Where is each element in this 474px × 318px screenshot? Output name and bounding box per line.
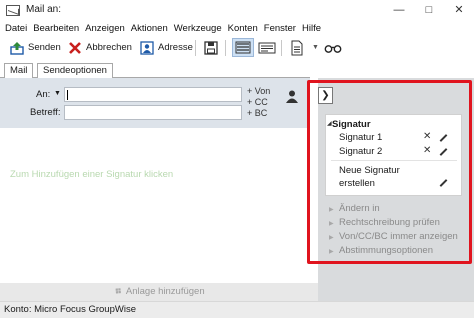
document-button[interactable] bbox=[290, 38, 304, 57]
plain-text-view-toggle[interactable] bbox=[232, 38, 254, 57]
menu-bearbeiten[interactable]: Bearbeiten bbox=[32, 23, 84, 34]
cancel-button[interactable]: Abbrechen bbox=[68, 38, 132, 57]
add-cc-link[interactable]: + CC bbox=[247, 97, 268, 107]
address-book-button[interactable]: Adresse bbox=[140, 38, 193, 57]
address-label: Adresse bbox=[158, 42, 193, 53]
mail-app-icon bbox=[6, 5, 20, 16]
toolbar: Senden Abbrechen Adresse ▼ bbox=[0, 36, 474, 60]
window-title: Mail an: bbox=[26, 4, 62, 15]
menu-bar: Datei Bearbeiten Anzeigen Aktionen Werkz… bbox=[0, 21, 474, 36]
menu-aktionen[interactable]: Aktionen bbox=[130, 23, 173, 34]
to-dropdown-chevron-icon[interactable]: ▼ bbox=[54, 90, 61, 97]
send-label: Senden bbox=[28, 42, 61, 53]
save-floppy-icon bbox=[204, 40, 218, 55]
message-body[interactable]: Zum Hinzufügen einer Signatur klicken bbox=[0, 128, 310, 283]
html-view-icon bbox=[258, 42, 276, 53]
address-book-icon bbox=[140, 40, 154, 55]
read-glasses-button[interactable] bbox=[324, 38, 342, 57]
cancel-x-icon bbox=[68, 41, 82, 55]
status-account-text: Konto: Micro Focus GroupWise bbox=[4, 304, 136, 315]
minimize-button[interactable]: — bbox=[384, 0, 414, 21]
contact-person-icon[interactable] bbox=[285, 89, 299, 106]
menu-werkzeuge[interactable]: Werkzeuge bbox=[173, 23, 227, 34]
glasses-icon bbox=[324, 44, 342, 53]
send-button[interactable]: Senden bbox=[10, 38, 61, 57]
compose-tabs: Mail Sendeoptionen bbox=[0, 61, 310, 79]
text-caret bbox=[67, 90, 68, 100]
send-icon bbox=[10, 41, 24, 55]
toolbar-separator bbox=[225, 40, 226, 56]
signature-hint[interactable]: Zum Hinzufügen einer Signatur klicken bbox=[10, 169, 173, 180]
tab-sendeoptionen[interactable]: Sendeoptionen bbox=[37, 63, 113, 78]
title-bar: Mail an: — □ ✕ bbox=[0, 0, 474, 21]
html-view-toggle[interactable] bbox=[258, 38, 276, 57]
toolbar-separator bbox=[195, 40, 196, 56]
close-window-button[interactable]: ✕ bbox=[444, 0, 474, 21]
subject-label: Betreff: bbox=[30, 107, 61, 118]
document-icon bbox=[291, 40, 303, 55]
chevron-down-icon: ▼ bbox=[312, 44, 319, 51]
attach-label: Anlage hinzufügen bbox=[125, 286, 205, 297]
to-field[interactable] bbox=[64, 87, 242, 102]
maximize-button[interactable]: □ bbox=[414, 0, 444, 21]
attach-bar[interactable]: ❖Anlage hinzufügen bbox=[0, 283, 318, 301]
add-von-link[interactable]: + Von bbox=[247, 86, 270, 96]
menu-konten[interactable]: Konten bbox=[227, 23, 263, 34]
cancel-label: Abbrechen bbox=[86, 42, 132, 53]
text-view-icon bbox=[235, 41, 251, 54]
menu-datei[interactable]: Datei bbox=[4, 23, 32, 34]
menu-fenster[interactable]: Fenster bbox=[263, 23, 301, 34]
status-bar: Konto: Micro Focus GroupWise bbox=[0, 301, 474, 318]
menu-anzeigen[interactable]: Anzeigen bbox=[84, 23, 130, 34]
mail-compose-window: Mail an: — □ ✕ Datei Bearbeiten Anzeigen… bbox=[0, 0, 474, 318]
paperclip-icon: ❖ bbox=[111, 284, 125, 299]
save-button[interactable] bbox=[204, 38, 222, 57]
to-label: An: bbox=[36, 89, 51, 100]
menu-hilfe[interactable]: Hilfe bbox=[301, 23, 326, 34]
document-dropdown[interactable]: ▼ bbox=[312, 38, 319, 57]
highlight-frame bbox=[307, 80, 472, 264]
subject-field[interactable] bbox=[64, 105, 242, 120]
add-bc-link[interactable]: + BC bbox=[247, 108, 267, 118]
tab-mail[interactable]: Mail bbox=[4, 63, 34, 79]
toolbar-separator bbox=[281, 40, 282, 56]
